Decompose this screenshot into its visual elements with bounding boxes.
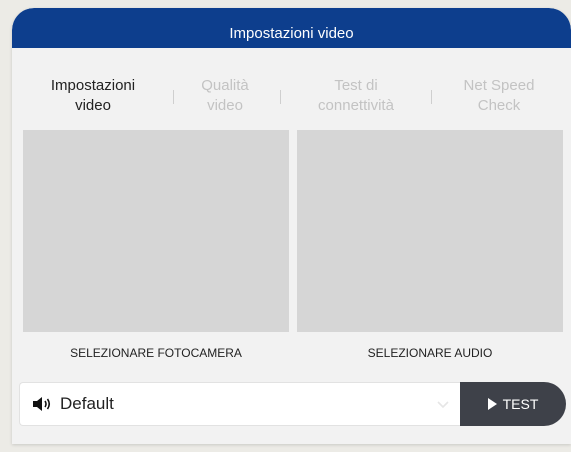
tab-bar: Impostazioni video Qualità video Test di… [12,76,571,132]
tab-label-line1: Impostazioni [50,77,136,94]
test-button[interactable]: TEST [460,382,566,426]
tab-label-line1: Test di [334,77,378,94]
chevron-down-icon [437,401,449,409]
tab-label-line2: video [207,97,243,114]
tab-label-line1: Net Speed [463,77,535,94]
camera-select-label: SELEZIONARE FOTOCAMERA [70,346,242,360]
audio-select-label: SELEZIONARE AUDIO [367,346,493,360]
test-button-label: TEST [502,396,539,412]
tab-label-line2: Check [477,97,521,114]
tab-connectivity-test[interactable]: Test di connettività [291,76,421,116]
tab-label-line2: connettività [318,97,394,114]
device-select[interactable]: Default [19,382,460,426]
video-settings-panel: Impostazioni video Impostazioni video Qu… [12,8,571,444]
panel-header: Impostazioni video [12,8,571,48]
tab-net-speed-check[interactable]: Net Speed Check [434,76,564,116]
panel-title: Impostazioni video [229,24,354,42]
audio-preview [297,130,563,332]
camera-preview [23,130,289,332]
play-icon [487,398,497,410]
tab-video-settings[interactable]: Impostazioni video [28,76,158,116]
tab-separator [431,90,432,104]
device-select-row: Default TEST [19,382,566,426]
tab-separator [280,90,281,104]
tab-label-line2: video [75,97,111,114]
speaker-icon [33,397,51,411]
device-select-value: Default [60,394,114,413]
tab-label-line1: Qualità [201,77,249,94]
tab-video-quality[interactable]: Qualità video [160,76,290,116]
